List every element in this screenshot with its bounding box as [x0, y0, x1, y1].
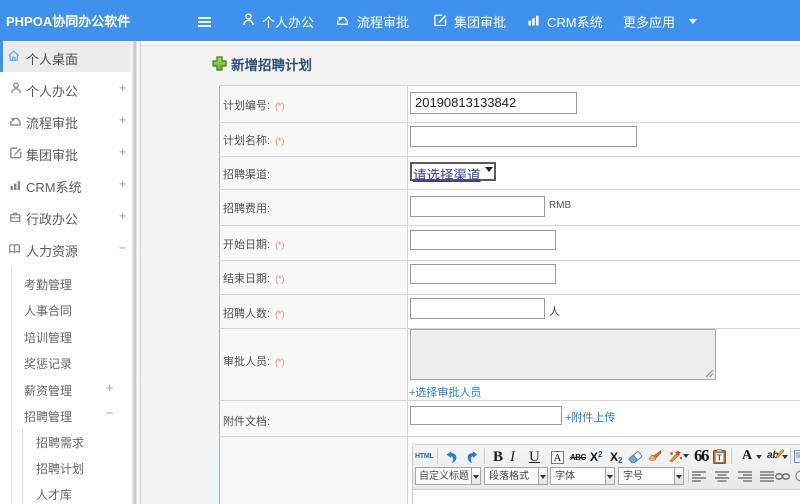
- svg-text:T: T: [717, 454, 722, 463]
